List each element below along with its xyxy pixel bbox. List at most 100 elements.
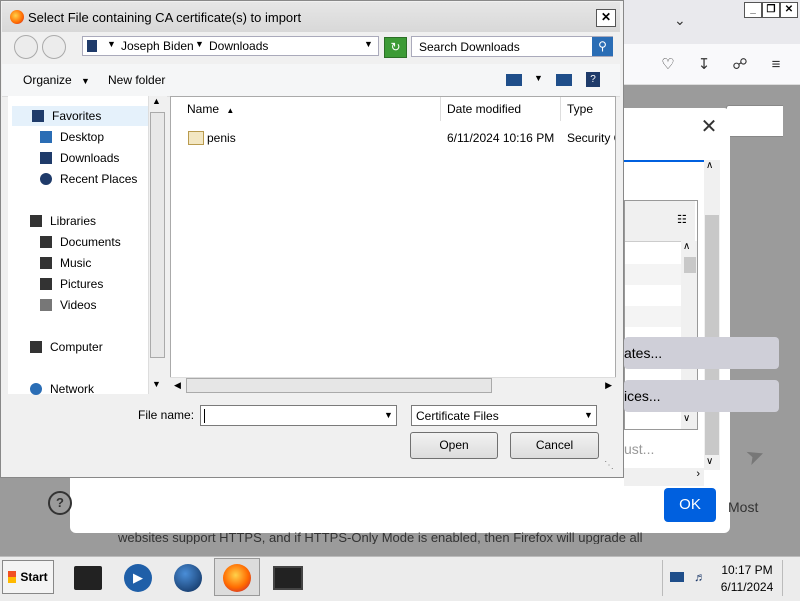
nav-videos[interactable]: Videos bbox=[40, 298, 96, 312]
file-name-label: File name: bbox=[138, 408, 195, 422]
music-icon bbox=[40, 257, 52, 269]
change-view-icon[interactable] bbox=[506, 74, 522, 86]
start-label: Start bbox=[20, 570, 48, 584]
new-folder-button[interactable]: New folder bbox=[108, 73, 165, 87]
taskbar-app-window[interactable] bbox=[266, 560, 310, 596]
authorities-button[interactable]: ates... bbox=[624, 337, 779, 369]
file-list: Name ▲ Date modified Type penis 6/11/202… bbox=[170, 96, 616, 396]
search-icon[interactable]: ⚲ bbox=[592, 37, 613, 56]
modal-hscroll[interactable]: › bbox=[624, 468, 704, 486]
command-bar bbox=[2, 64, 620, 97]
nav-downloads[interactable]: Downloads bbox=[40, 151, 119, 165]
modal-close-icon[interactable]: ✕ bbox=[698, 116, 720, 138]
start-button[interactable]: Start bbox=[2, 560, 54, 594]
forward-button[interactable] bbox=[42, 35, 66, 59]
ok-button[interactable]: OK bbox=[664, 488, 716, 522]
breadcrumb-chevron-icon[interactable]: ▼ bbox=[195, 39, 204, 49]
file-name-dropdown-icon[interactable]: ▼ bbox=[381, 406, 396, 425]
location-icon bbox=[87, 40, 97, 52]
clock-time[interactable]: 10:17 PM bbox=[716, 563, 778, 577]
breadcrumb-chevron-icon[interactable]: ▼ bbox=[107, 39, 116, 49]
nav-recent-places[interactable]: Recent Places bbox=[40, 172, 137, 186]
column-type[interactable]: Type bbox=[561, 97, 621, 121]
hscroll-thumb[interactable] bbox=[186, 378, 492, 393]
extensions-icon[interactable]: ☍ bbox=[728, 52, 752, 76]
menu-icon[interactable]: ≡ bbox=[764, 52, 788, 76]
taskbar-app-media-player[interactable]: ▶ bbox=[116, 560, 160, 596]
computer-icon bbox=[30, 341, 42, 353]
taskbar-app-globe[interactable] bbox=[166, 560, 210, 596]
nav-computer-label: Computer bbox=[50, 340, 103, 354]
certificate-file-icon bbox=[188, 131, 204, 145]
column-picker-icon[interactable]: ☷ bbox=[677, 213, 687, 226]
pocket-icon[interactable]: ♡ bbox=[656, 52, 680, 76]
downloads-icon[interactable]: ↧ bbox=[692, 52, 716, 76]
media-player-icon: ▶ bbox=[124, 564, 152, 592]
modal-scrollbar[interactable]: ∧ ∨ bbox=[704, 160, 720, 470]
network-tray-icon[interactable] bbox=[670, 572, 684, 582]
back-button[interactable] bbox=[14, 35, 38, 59]
favorites-star-icon bbox=[32, 110, 44, 122]
address-bar[interactable]: ▼ Joseph Biden ▼ Downloads ▼ bbox=[82, 36, 379, 56]
explorer-icon bbox=[74, 566, 102, 590]
nav-desktop[interactable]: Desktop bbox=[40, 130, 104, 144]
devices-button-label: ices... bbox=[624, 388, 661, 404]
organize-button[interactable]: Organize ▼ bbox=[23, 73, 90, 87]
firefox-taskbar-icon bbox=[223, 564, 251, 592]
close-window-icon[interactable]: ✕ bbox=[780, 2, 798, 18]
nav-network[interactable]: Network bbox=[30, 382, 94, 396]
preview-pane-icon[interactable] bbox=[556, 74, 572, 86]
breadcrumb-downloads[interactable]: Downloads bbox=[209, 39, 268, 53]
breadcrumb-user[interactable]: Joseph Biden bbox=[121, 39, 194, 53]
nav-libraries[interactable]: Libraries bbox=[30, 214, 96, 228]
nav-documents-label: Documents bbox=[60, 235, 121, 249]
taskbar-app-firefox[interactable] bbox=[215, 560, 259, 596]
window-app-icon bbox=[273, 566, 303, 590]
desktop-icon bbox=[40, 131, 52, 143]
dialog-close-icon[interactable]: ✕ bbox=[596, 9, 616, 27]
restore-icon[interactable]: ❐ bbox=[762, 2, 780, 18]
nav-videos-label: Videos bbox=[60, 298, 97, 312]
file-row[interactable]: penis 6/11/2024 10:16 PM Security C bbox=[171, 127, 615, 149]
nav-computer[interactable]: Computer bbox=[30, 340, 103, 354]
column-date-modified[interactable]: Date modified bbox=[441, 97, 561, 121]
volume-icon[interactable]: ♬ bbox=[694, 570, 706, 584]
help-book-icon[interactable]: ? bbox=[586, 72, 600, 87]
taskbar-app-explorer[interactable] bbox=[66, 560, 110, 596]
firefox-icon bbox=[10, 10, 24, 24]
nav-network-label: Network bbox=[50, 382, 95, 396]
nav-pictures-label: Pictures bbox=[60, 277, 104, 291]
trust-button[interactable]: ust... bbox=[624, 434, 670, 464]
address-dropdown-icon[interactable]: ▼ bbox=[364, 39, 373, 49]
nav-favorites[interactable]: Favorites bbox=[32, 109, 101, 123]
file-type-dropdown-icon[interactable]: ▼ bbox=[581, 406, 596, 425]
nav-pane-scrollbar[interactable]: ▲ ▼ bbox=[148, 96, 167, 394]
file-type-select[interactable]: Certificate Files ▼ bbox=[411, 405, 597, 426]
file-name-input[interactable]: ▼ bbox=[200, 405, 397, 426]
show-desktop-button[interactable] bbox=[782, 560, 797, 596]
nav-favorites-label: Favorites bbox=[52, 109, 102, 123]
help-icon[interactable]: ? bbox=[48, 491, 72, 515]
devices-button[interactable]: ices... bbox=[624, 380, 779, 412]
open-button[interactable]: Open bbox=[410, 432, 498, 459]
nav-music[interactable]: Music bbox=[40, 256, 91, 270]
recent-places-icon bbox=[40, 173, 52, 185]
view-dropdown-icon[interactable]: ▼ bbox=[534, 73, 543, 83]
search-input[interactable]: Search Downloads bbox=[411, 36, 613, 57]
settings-search-field[interactable] bbox=[726, 105, 783, 137]
tab-list-chevron-icon[interactable]: ⌄ bbox=[674, 12, 686, 29]
refresh-icon[interactable]: ↻ bbox=[384, 37, 407, 58]
nav-pictures[interactable]: Pictures bbox=[40, 277, 103, 291]
documents-icon bbox=[40, 236, 52, 248]
column-name[interactable]: Name ▲ bbox=[181, 97, 441, 121]
minimize-icon[interactable]: _ bbox=[744, 2, 762, 18]
windows-logo-icon bbox=[8, 571, 17, 583]
nav-documents[interactable]: Documents bbox=[40, 235, 121, 249]
clock-date[interactable]: 6/11/2024 bbox=[716, 580, 778, 594]
https-only-description: websites support HTTPS, and if HTTPS-Onl… bbox=[118, 530, 643, 544]
sort-ascending-icon: ▲ bbox=[226, 106, 235, 115]
cancel-button[interactable]: Cancel bbox=[510, 432, 599, 459]
nav-recent-places-label: Recent Places bbox=[60, 172, 138, 186]
resize-grip-icon[interactable]: ⋱ bbox=[604, 460, 614, 471]
text-cursor bbox=[204, 409, 205, 423]
